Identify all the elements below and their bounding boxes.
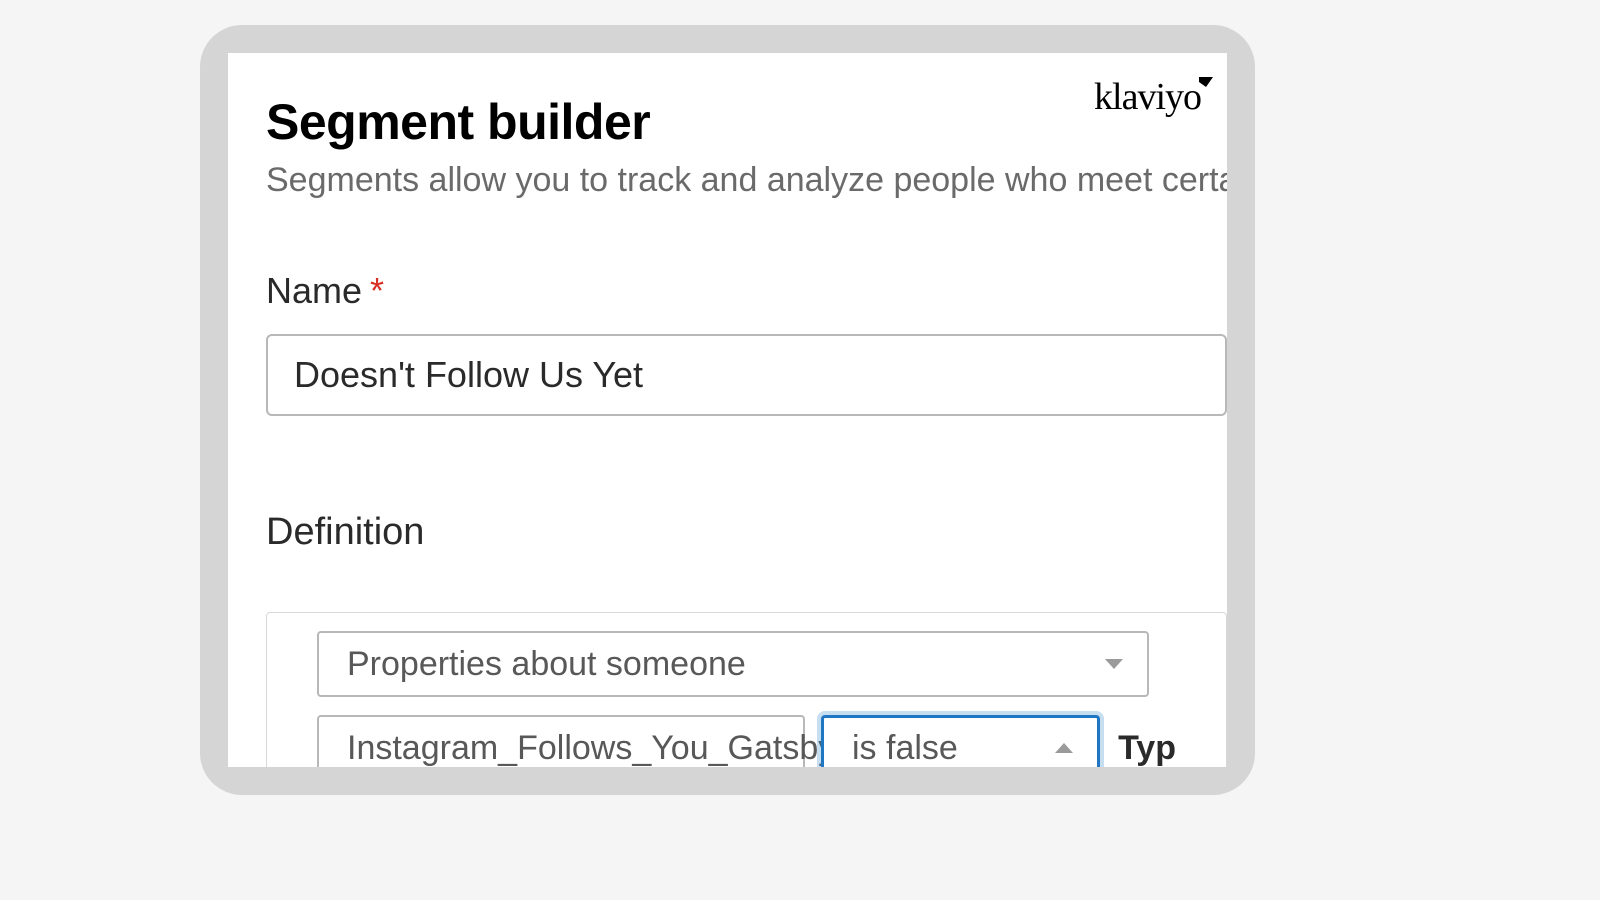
name-field-label: Name* — [266, 270, 1227, 312]
name-label-text: Name — [266, 270, 362, 311]
main-content: Segment builder Segments allow you to tr… — [228, 93, 1227, 767]
app-screen: klaviyo Segment builder Segments allow y… — [228, 53, 1227, 767]
definition-container: Properties about someone Instagram_Follo… — [266, 612, 1227, 767]
segment-name-input[interactable] — [266, 334, 1227, 416]
brand-logo-text: klaviyo — [1094, 76, 1201, 118]
chevron-up-icon — [1055, 743, 1073, 753]
chevron-down-icon — [1105, 659, 1123, 669]
definition-section-title: Definition — [266, 511, 1227, 554]
brand-logo-flag-icon — [1199, 77, 1213, 87]
condition-type-dropdown[interactable]: Properties about someone — [317, 631, 1149, 697]
device-frame: klaviyo Segment builder Segments allow y… — [200, 25, 1255, 795]
operator-dropdown[interactable]: is false — [821, 715, 1100, 767]
page-title: Segment builder — [266, 93, 1227, 151]
operator-value: is false — [852, 729, 958, 768]
type-label-partial: Typ — [1118, 729, 1176, 768]
condition-type-value: Properties about someone — [347, 645, 746, 684]
brand-logo: klaviyo — [1094, 75, 1213, 119]
condition-row: Instagram_Follows_You_Gatsby is false Ty… — [317, 715, 1176, 767]
page-subtitle: Segments allow you to track and analyze … — [266, 161, 1227, 200]
property-dropdown[interactable]: Instagram_Follows_You_Gatsby — [317, 715, 805, 767]
property-value: Instagram_Follows_You_Gatsby — [347, 729, 835, 768]
required-indicator: * — [370, 270, 384, 311]
